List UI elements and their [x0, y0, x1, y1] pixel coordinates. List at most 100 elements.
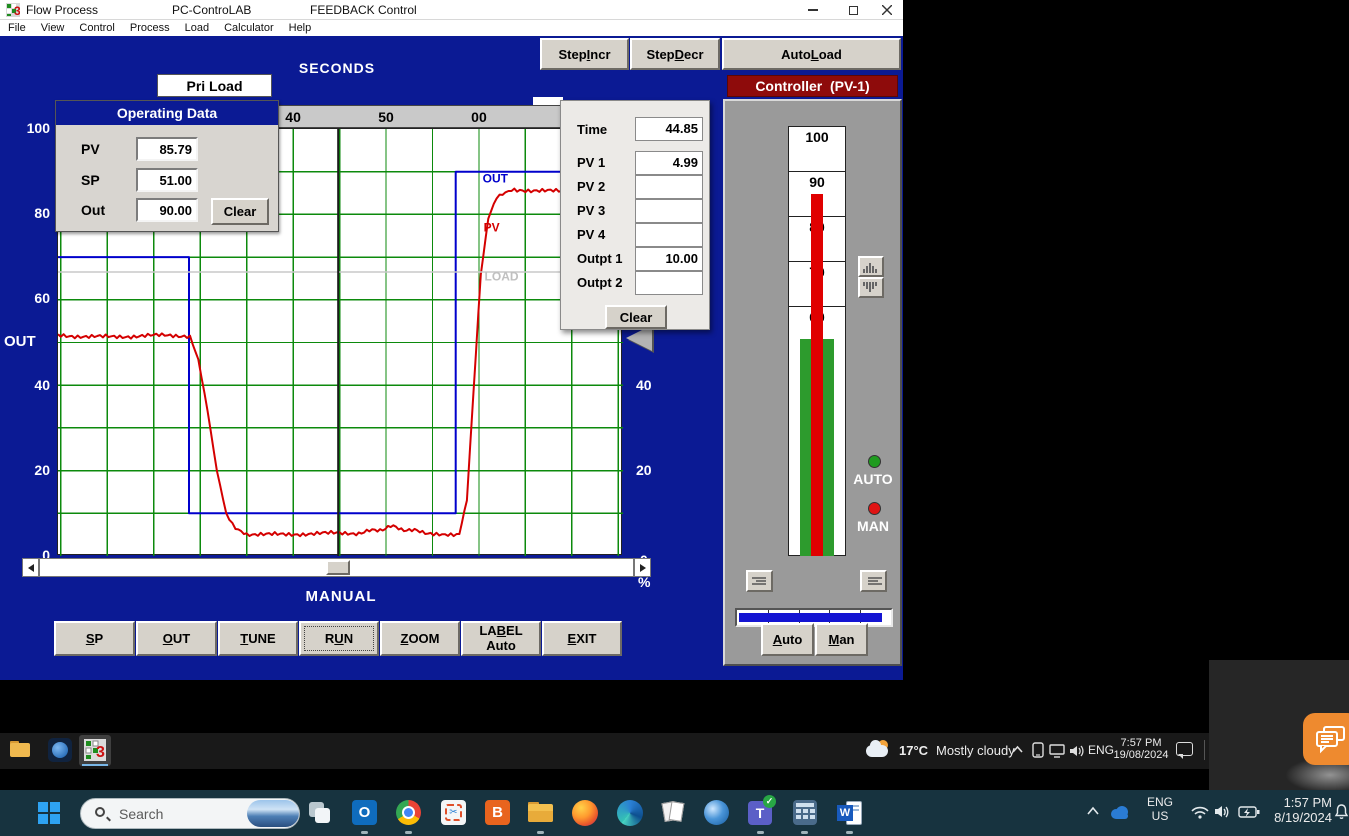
battery-icon[interactable] — [1238, 806, 1260, 819]
pri-load-label: Pri Load — [157, 74, 272, 97]
chrome-icon[interactable] — [396, 800, 421, 825]
blue-circle-app-icon[interactable] — [48, 738, 72, 762]
search-input[interactable] — [117, 799, 237, 828]
outlook-icon[interactable]: O — [352, 800, 377, 825]
menu-calculator[interactable]: Calculator — [224, 22, 274, 34]
menu-file[interactable]: File — [8, 22, 26, 34]
pv4-label: PV 4 — [577, 227, 605, 242]
man-led-indicator — [868, 502, 881, 515]
run-button[interactable]: RUN — [299, 621, 379, 656]
host-language-button[interactable]: ENG US — [1144, 795, 1176, 831]
blue-swirl-app-icon[interactable] — [704, 800, 729, 825]
word-icon[interactable]: W — [837, 800, 863, 826]
gauge-spin-down-button[interactable] — [858, 277, 884, 298]
gauge-spin-up-button[interactable] — [858, 256, 884, 277]
man-mode-button[interactable]: Man — [815, 623, 868, 656]
popup-clear-button[interactable]: Clear — [605, 305, 667, 329]
lines-left-icon — [752, 575, 768, 587]
y-right-40: 40 — [636, 377, 652, 393]
outpt2-value-field — [635, 271, 703, 295]
mode-status-label: MANUAL — [261, 588, 421, 605]
zoom-button[interactable]: ZOOM — [380, 621, 460, 656]
host-chevron-up-icon[interactable] — [1086, 806, 1100, 816]
out-label: Out — [81, 202, 105, 218]
notification-bell-icon[interactable] — [1334, 803, 1349, 821]
close-icon[interactable] — [872, 0, 902, 20]
active-app-underline — [82, 764, 108, 766]
remote-language-button[interactable]: ENG — [1088, 743, 1114, 757]
exit-button[interactable]: EXIT — [542, 621, 622, 656]
controller-title: Controller (PV-1) — [727, 75, 898, 97]
notes-app-icon[interactable] — [660, 799, 686, 826]
app-name-title: PC-ControLAB — [172, 3, 251, 17]
onedrive-icon[interactable] — [1108, 805, 1132, 820]
menu-process[interactable]: Process — [130, 22, 170, 34]
show-desktop-divider[interactable] — [1204, 740, 1205, 760]
device-tray-icon[interactable] — [1031, 742, 1045, 759]
time-scrollbar-thumb[interactable] — [326, 560, 350, 575]
scroll-left-button[interactable] — [22, 558, 39, 577]
controlab-grid-icon: 3 — [84, 739, 106, 761]
pv3-label: PV 3 — [577, 203, 605, 218]
folder-icon[interactable] — [10, 741, 30, 757]
notification-icon[interactable] — [1176, 742, 1193, 756]
speaker-tray-icon[interactable] — [1069, 744, 1086, 758]
tray-chevron-up-icon[interactable] — [1011, 745, 1024, 754]
host-clock[interactable]: 1:57 PM 8/19/2024 — [1258, 795, 1332, 831]
start-button[interactable] — [38, 802, 60, 824]
weather-temp[interactable]: 17°C — [899, 743, 928, 758]
time-scrollbar-track[interactable] — [39, 558, 634, 577]
snipping-tool-icon[interactable]: ✂ — [441, 800, 466, 825]
search-highlight-image — [247, 800, 299, 827]
screen: 3 Flow Process PC-ControLAB FEEDBACK Con… — [0, 0, 1349, 836]
y-left-20: 20 — [0, 462, 50, 478]
faceplate-left-button[interactable] — [746, 570, 773, 592]
chat-bubbles-icon — [1314, 724, 1348, 754]
minimize-icon[interactable] — [798, 0, 828, 20]
weather-description[interactable]: Mostly cloudy — [936, 743, 1015, 758]
title-bar: 3 Flow Process PC-ControLAB FEEDBACK Con… — [0, 0, 903, 20]
lines-right-icon — [866, 575, 882, 587]
volume-icon[interactable] — [1214, 804, 1232, 819]
weather-icon[interactable] — [866, 739, 892, 761]
tune-button[interactable]: TUNE — [218, 621, 298, 656]
out-button[interactable]: OUT — [136, 621, 217, 656]
explorer-running-indicator — [537, 831, 544, 834]
teams-icon[interactable]: T ✓ — [748, 801, 772, 825]
edge-icon[interactable] — [617, 800, 643, 826]
auto-load-button[interactable]: AutoLoad — [722, 38, 901, 70]
menu-control[interactable]: Control — [79, 22, 114, 34]
pc-controlab-taskbar-icon[interactable]: 3 — [79, 735, 111, 766]
sp-button[interactable]: SP — [54, 621, 135, 656]
menu-bar: File View Control Process Load Calculato… — [0, 20, 903, 36]
menu-view[interactable]: View — [41, 22, 65, 34]
b-app-icon[interactable]: B — [485, 800, 510, 825]
app-icon: 3 — [6, 3, 20, 17]
maximize-icon[interactable] — [838, 0, 868, 20]
faceplate-right-button[interactable] — [860, 570, 887, 592]
menu-help[interactable]: Help — [289, 22, 312, 34]
pv1-label: PV 1 — [577, 155, 605, 170]
display-tray-icon[interactable] — [1049, 744, 1067, 758]
time-label: Time — [577, 122, 607, 137]
auto-mode-button[interactable]: Auto — [761, 623, 814, 656]
chat-assistant-button[interactable] — [1303, 713, 1349, 765]
pv4-value-field — [635, 223, 703, 247]
file-explorer-icon[interactable] — [528, 802, 553, 822]
firefox-icon[interactable] — [572, 800, 598, 826]
operating-clear-button[interactable]: Clear — [211, 198, 269, 225]
y-right-20: 20 — [636, 462, 652, 478]
search-box[interactable] — [80, 798, 300, 829]
remote-clock[interactable]: 7:57 PM 19/08/2024 — [1112, 737, 1170, 765]
label-auto-button[interactable]: LABEL Auto — [461, 621, 541, 656]
svg-text:LOAD: LOAD — [485, 270, 519, 284]
step-decr-button[interactable]: StepDecr — [630, 38, 720, 70]
step-incr-button[interactable]: StepIncr — [540, 38, 629, 70]
search-icon — [95, 807, 105, 817]
menu-load[interactable]: Load — [185, 22, 209, 34]
task-view-icon[interactable] — [307, 800, 333, 826]
calculator-icon[interactable] — [793, 800, 817, 825]
wifi-icon[interactable] — [1190, 804, 1210, 820]
pv-label: PV — [81, 141, 100, 157]
scroll-right-button[interactable] — [634, 558, 651, 577]
